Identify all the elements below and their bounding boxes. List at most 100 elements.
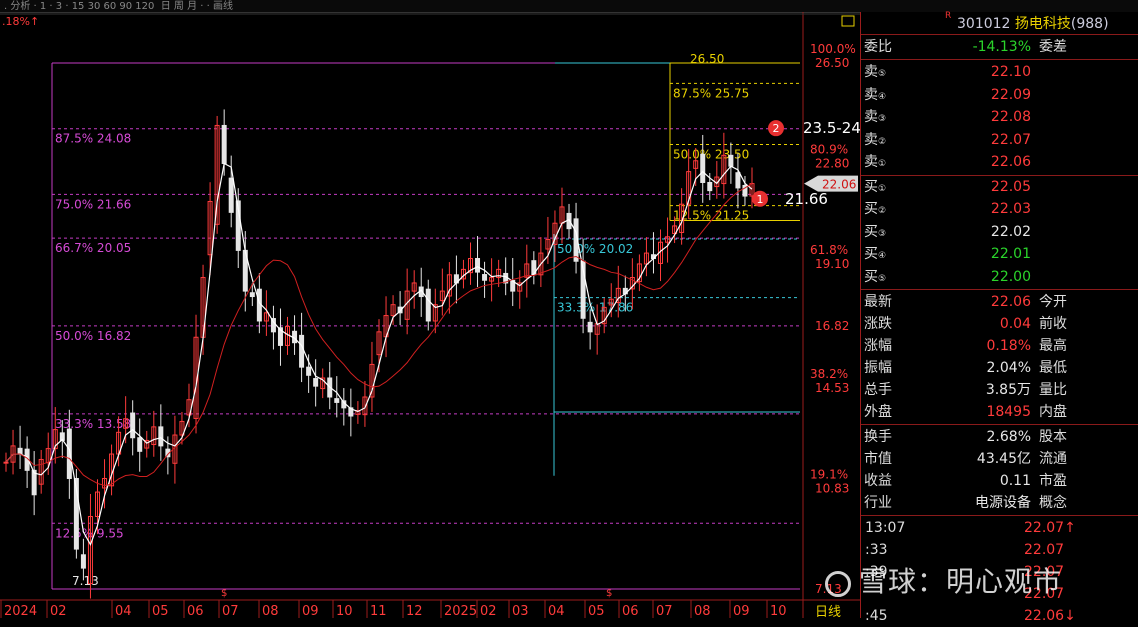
axis-price-label: 19.10 <box>815 257 849 271</box>
stat-key: 涨跌 <box>864 316 892 332</box>
candle-body <box>137 437 143 452</box>
buy-row[interactable]: 买⑤ 22.00 <box>861 266 1138 288</box>
toolbar-remnant: . 分析 · 1 · 3 · 15 30 60 90 120 日 周 月 · ·… <box>4 1 233 12</box>
stat-key-2[interactable]: 概念 <box>1039 492 1067 514</box>
x-tick-label: 2024 <box>4 604 37 618</box>
buy-row[interactable]: 买④ 22.01 <box>861 243 1138 265</box>
stat-row: 总手 3.85万 量比 <box>861 379 1138 401</box>
sell-row[interactable]: 卖④ 22.09 <box>861 84 1138 106</box>
buy-level: ④ <box>878 251 887 261</box>
expand-icon[interactable] <box>841 15 855 27</box>
candle-body <box>158 426 164 447</box>
stat-key-2: 前收 <box>1039 316 1067 332</box>
x-tick-label: 07 <box>222 604 239 618</box>
kline-chart[interactable]: .18%↑ 87.5% 24.08 75.0% 21.66 66.7% 20.05 50… <box>0 12 860 618</box>
tick-time: :45 <box>865 608 888 624</box>
stat-key-2: 今开 <box>1039 294 1067 310</box>
buy-label-text: 买 <box>864 201 878 217</box>
axis-pct-label: 61.8% <box>810 243 848 257</box>
sell-level: ⑤ <box>878 69 887 79</box>
sell-price: 22.07 <box>990 131 1031 148</box>
stat-key-2: 市盈 <box>1039 473 1067 489</box>
buy-label-text: 买 <box>864 223 878 240</box>
sell-level: ① <box>878 159 887 169</box>
divider <box>861 515 1138 516</box>
candles <box>3 109 755 599</box>
buy-price: 22.05 <box>990 178 1031 195</box>
stat-value: 0.04 <box>999 316 1031 332</box>
stat-key-2: 最高 <box>1039 338 1067 354</box>
stat-key: 换手 <box>864 429 892 445</box>
stat-value: 0.18% <box>986 338 1031 354</box>
buy-row[interactable]: 买③ 22.02 <box>861 221 1138 243</box>
buy-row[interactable]: 买② 22.03 <box>861 198 1138 220</box>
sell-label: 卖④ <box>864 84 886 108</box>
stat-key: 外盘 <box>864 404 892 420</box>
sell-label-text: 卖 <box>864 86 878 103</box>
sell-label: 卖⑤ <box>864 61 886 85</box>
stock-header: R 301012 扬电科技(988) <box>861 11 1138 34</box>
sell-row[interactable]: 卖② 22.07 <box>861 129 1138 151</box>
sell-label-text: 卖 <box>864 131 878 148</box>
stat-row: 外盘 18495 内盘 <box>861 401 1138 423</box>
candle-body <box>728 154 734 167</box>
stat-row: 换手 2.68% 股本 <box>861 426 1138 448</box>
axis-pct-label: 80.9% <box>810 142 848 156</box>
axis-price-label: 26.50 <box>815 56 849 70</box>
buy-row[interactable]: 买① 22.05 <box>861 176 1138 198</box>
weibi-row: 委比 -14.13% 委差 <box>861 36 1138 58</box>
dividend-marker: $ <box>606 588 612 599</box>
buy-label: 买② <box>864 198 886 222</box>
sell-row[interactable]: 卖① 22.06 <box>861 151 1138 173</box>
stat-key: 行业 <box>864 495 892 511</box>
x-tick-label: 10 <box>336 604 353 618</box>
sell-price: 22.08 <box>990 109 1031 125</box>
sell-label: 卖② <box>864 129 886 153</box>
sell-row[interactable]: 卖⑤ 22.10 <box>861 61 1138 83</box>
stat-value: 18495 <box>986 404 1031 420</box>
stock-title: 301012 扬电科技(988) <box>957 13 1109 33</box>
x-axis-ticks: 2024 02 04 05 06 07 08 09 10 11 12 2025 02 03 04 05 06 07… <box>0 600 787 618</box>
annotation-text: 23.5-24.08 <box>803 119 860 137</box>
x-tick-label: 05 <box>152 604 169 618</box>
sell-row[interactable]: 卖③ 22.08 <box>861 106 1138 128</box>
buy-label-text: 买 <box>864 178 878 195</box>
stat-key: 收益 <box>864 473 892 489</box>
candle-body <box>17 447 23 455</box>
fib-bottom-label: 7.13 <box>72 574 99 588</box>
x-tick-label: 11 <box>370 604 387 618</box>
x-tick-label: 08 <box>262 604 279 618</box>
candle-body <box>299 334 305 368</box>
candle-body <box>80 554 86 569</box>
x-tick-label: 12 <box>406 604 423 618</box>
quote-panel: R 301012 扬电科技(988) 委比 -14.13% 委差 卖⑤ 22.10… <box>860 11 1138 624</box>
stat-key-2: 量比 <box>1039 382 1067 398</box>
x-tick-label: 04 <box>548 604 565 618</box>
snowball-icon <box>825 571 851 597</box>
divider <box>861 289 1138 290</box>
buy-label: 买③ <box>864 221 886 245</box>
stock-name: 扬电科技 <box>1014 16 1071 32</box>
fib-mid-label: 33.3% 17.86 <box>557 301 633 315</box>
x-tick-label: 04 <box>115 604 132 618</box>
candle-body <box>587 321 593 333</box>
stat-key: 涨幅 <box>864 338 892 354</box>
stat-row: 振幅 2.04% 最低 <box>861 357 1138 379</box>
sell-label-text: 卖 <box>864 109 878 125</box>
stock-suffix: (988) <box>1070 16 1109 32</box>
stat-row: 涨跌 0.04 前收 <box>861 313 1138 335</box>
stat-value: 2.68% <box>986 429 1031 445</box>
divider <box>861 424 1138 425</box>
period-label[interactable]: 日线 <box>815 605 841 618</box>
x-tick-label: 2025 <box>444 604 477 618</box>
sell-level: ② <box>878 136 887 147</box>
axis-price-label: 22.80 <box>815 156 849 170</box>
candle-body <box>425 288 431 322</box>
buy-price: 22.00 <box>990 268 1031 285</box>
sell-price: 22.09 <box>990 86 1031 103</box>
x-tick-label: 09 <box>733 604 750 618</box>
candle-body <box>66 428 72 479</box>
x-tick-label: 03 <box>512 604 529 618</box>
annotation-text: 21.66 <box>785 190 828 208</box>
x-tick-label: 07 <box>656 604 673 618</box>
